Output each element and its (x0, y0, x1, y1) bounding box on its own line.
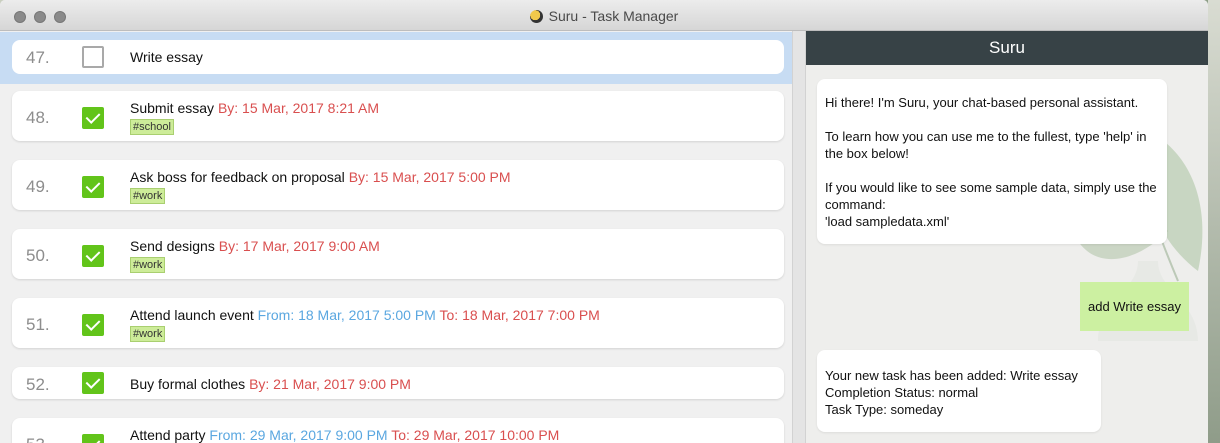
checkbox-checked-icon[interactable] (82, 434, 104, 443)
task-tag[interactable]: #school (130, 119, 174, 135)
task-start-time: From: 18 Mar, 2017 5:00 PM (257, 307, 436, 323)
task-list-panel[interactable]: 47. Write essay 48. Submit essay By: 15 … (0, 31, 792, 443)
task-start-time: From: 29 Mar, 2017 9:00 PM (209, 427, 388, 443)
task-card-52[interactable]: 52. Buy formal clothes By: 21 Mar, 2017 … (12, 367, 784, 399)
task-end-time: To: 18 Mar, 2017 7:00 PM (439, 307, 600, 323)
task-index: 51. (26, 315, 50, 334)
task-index: 53. (26, 435, 50, 443)
task-index: 48. (26, 108, 50, 127)
task-name: Write essay (130, 49, 203, 65)
task-card-53[interactable]: 53. Attend party From: 29 Mar, 2017 9:00… (12, 418, 784, 443)
task-title-line: Buy formal clothes By: 21 Mar, 2017 9:00… (130, 376, 411, 392)
assistant-welcome-message: Hi there! I'm Suru, your chat-based pers… (817, 79, 1167, 244)
checkbox-checked-icon[interactable] (82, 245, 104, 267)
task-name: Buy formal clothes (130, 376, 246, 392)
task-title-line: Attend launch event From: 18 Mar, 2017 5… (130, 307, 600, 323)
task-title-line: Send designs By: 17 Mar, 2017 9:00 AM (130, 238, 380, 254)
task-card-48[interactable]: 48. Submit essay By: 15 Mar, 2017 8:21 A… (12, 91, 784, 141)
task-deadline: By: 15 Mar, 2017 5:00 PM (348, 169, 511, 185)
task-index: 47. (26, 48, 50, 67)
task-card-51[interactable]: 51. Attend launch event From: 18 Mar, 20… (12, 298, 784, 348)
task-index: 52. (26, 375, 50, 394)
task-title-line: Submit essay By: 15 Mar, 2017 8:21 AM (130, 100, 379, 116)
task-name: Attend launch event (130, 307, 254, 323)
assistant-reply-message: Your new task has been added: Write essa… (817, 350, 1101, 432)
task-deadline: By: 21 Mar, 2017 9:00 PM (249, 376, 411, 392)
task-deadline: By: 17 Mar, 2017 9:00 AM (218, 238, 380, 254)
chat-header: Suru (806, 31, 1208, 65)
title-bar: Suru - Task Manager (0, 0, 1208, 31)
welcome-text: Hi there! I'm Suru, your chat-based pers… (825, 95, 1157, 229)
task-tag[interactable]: #work (130, 326, 166, 342)
task-card-47[interactable]: 47. Write essay (12, 40, 784, 74)
window-title: Suru - Task Manager (548, 8, 679, 24)
task-title-line: Attend party From: 29 Mar, 2017 9:00 PM … (130, 427, 559, 443)
task-title-line: Ask boss for feedback on proposal By: 15… (130, 169, 511, 185)
task-tag[interactable]: #work (130, 257, 166, 273)
desktop-background-right (1208, 0, 1220, 443)
task-deadline: By: 15 Mar, 2017 8:21 AM (217, 100, 380, 116)
checkbox-unchecked-icon[interactable] (82, 46, 104, 68)
checkbox-checked-icon[interactable] (82, 372, 104, 394)
checkbox-checked-icon[interactable] (82, 107, 104, 129)
task-name: Submit essay (130, 100, 215, 116)
task-tag[interactable]: #work (130, 188, 166, 204)
app-window: Suru - Task Manager 47. Write essay 48. … (0, 0, 1208, 443)
reply-text: Your new task has been added: Write essa… (825, 368, 1078, 417)
chat-panel: Suru Hi there! I'm Suru, your chat-based… (806, 31, 1208, 443)
task-card-49[interactable]: 49. Ask boss for feedback on proposal By… (12, 160, 784, 210)
task-name: Ask boss for feedback on proposal (130, 169, 345, 185)
checkbox-checked-icon[interactable] (82, 176, 104, 198)
app-logo-icon (529, 10, 543, 23)
task-index: 49. (26, 177, 50, 196)
window-title-area: Suru - Task Manager (0, 8, 1208, 24)
task-name: Send designs (130, 238, 215, 254)
task-card-50[interactable]: 50. Send designs By: 17 Mar, 2017 9:00 A… (12, 229, 784, 279)
split-pane-divider[interactable] (792, 31, 806, 443)
task-name: Attend party (130, 427, 206, 443)
user-command-message: add Write essay (1080, 282, 1189, 331)
task-index: 50. (26, 246, 50, 265)
task-end-time: To: 29 Mar, 2017 10:00 PM (391, 427, 560, 443)
checkbox-checked-icon[interactable] (82, 314, 104, 336)
